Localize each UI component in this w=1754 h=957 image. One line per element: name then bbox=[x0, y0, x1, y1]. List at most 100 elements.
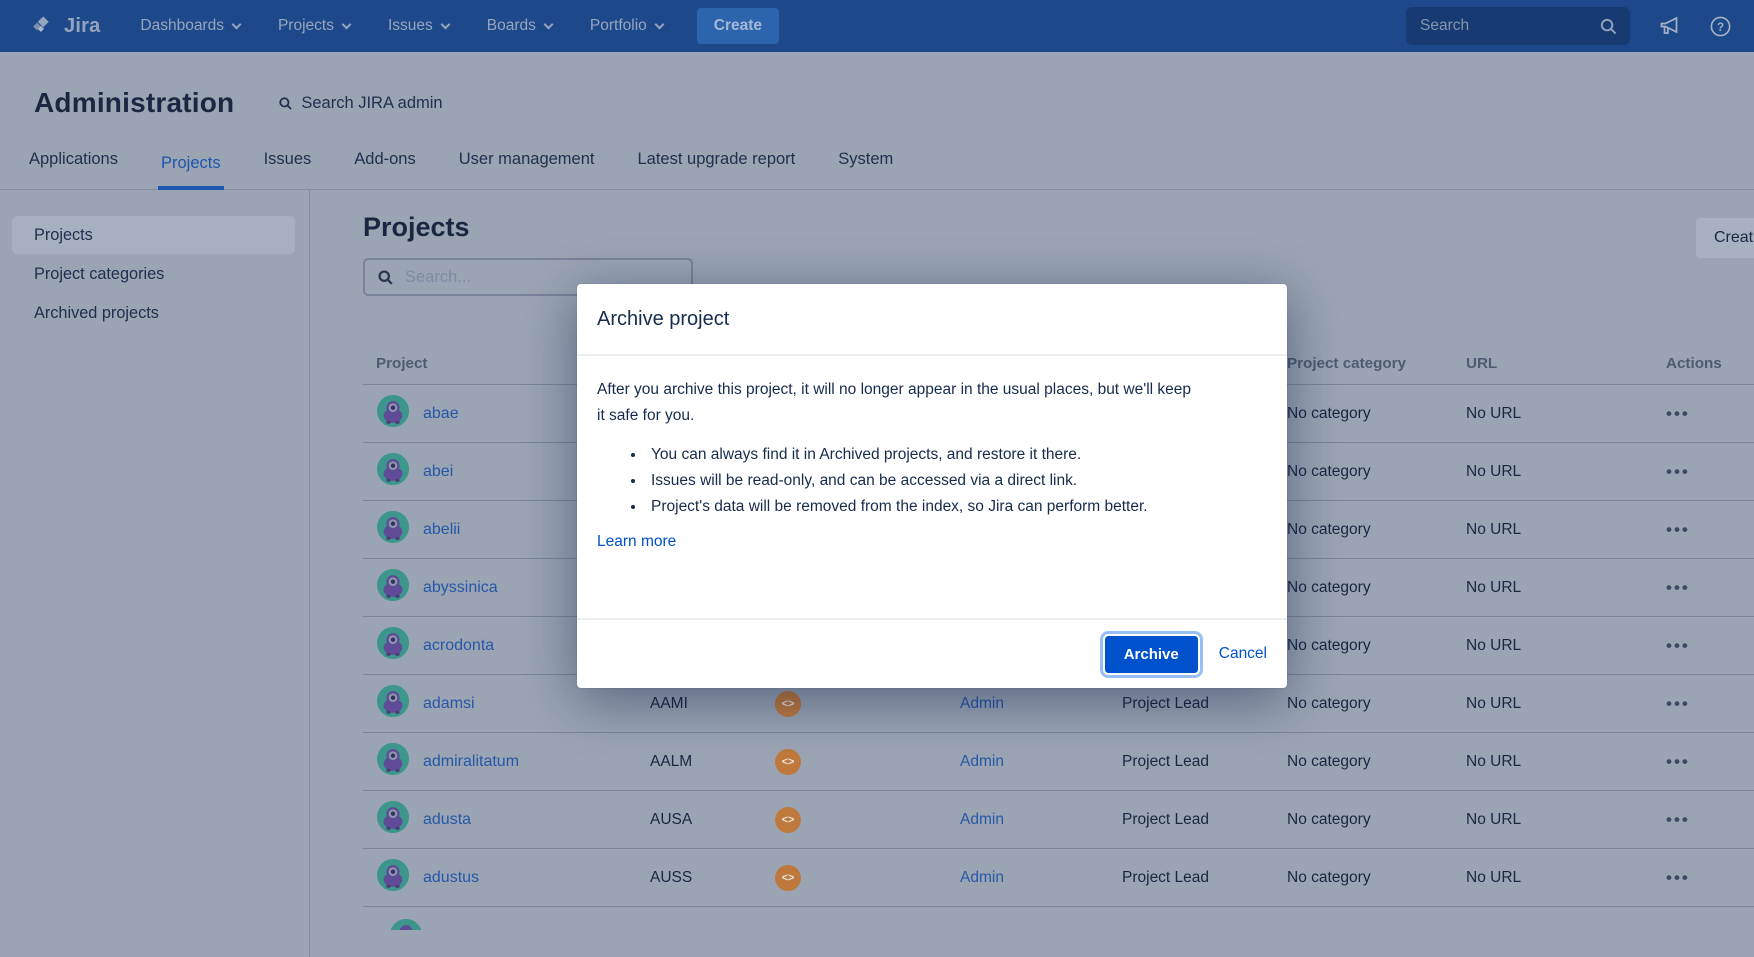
create-project-button[interactable]: Creat bbox=[1696, 218, 1754, 258]
archive-button[interactable]: Archive bbox=[1105, 636, 1198, 673]
project-avatar bbox=[376, 452, 410, 491]
project-key: AUSS bbox=[650, 869, 775, 887]
project-link[interactable]: abyssinica bbox=[423, 579, 498, 597]
project-link[interactable]: adusta bbox=[423, 811, 471, 829]
search-icon bbox=[278, 96, 293, 111]
table-row: adustus AUSS <> Admin Project Lead No ca… bbox=[363, 849, 1754, 907]
software-project-type-icon: <> bbox=[775, 807, 801, 833]
row-actions-button[interactable]: ••• bbox=[1650, 404, 1754, 424]
project-avatar bbox=[376, 510, 410, 549]
project-url: No URL bbox=[1466, 405, 1650, 423]
dialog-footer: Archive Cancel bbox=[577, 618, 1287, 688]
project-key: AAMI bbox=[650, 695, 775, 713]
search-icon bbox=[377, 269, 394, 286]
sidebar-item[interactable]: Project categories bbox=[12, 255, 295, 293]
project-link[interactable]: abei bbox=[423, 463, 453, 481]
row-actions-button[interactable]: ••• bbox=[1650, 636, 1754, 656]
row-actions-button[interactable]: ••• bbox=[1650, 462, 1754, 482]
row-actions-button[interactable]: ••• bbox=[1650, 694, 1754, 714]
nav-menu-item[interactable]: Dashboards bbox=[140, 17, 240, 35]
project-link[interactable]: abae bbox=[423, 405, 459, 423]
column-header-actions: Actions bbox=[1650, 355, 1754, 372]
projects-search-placeholder: Search... bbox=[405, 268, 471, 287]
admin-tab[interactable]: System bbox=[835, 150, 896, 190]
nav-create-button[interactable]: Create bbox=[697, 8, 779, 44]
project-link[interactable]: adamsi bbox=[423, 695, 475, 713]
row-actions-button[interactable]: ••• bbox=[1650, 810, 1754, 830]
software-project-type-icon: <> bbox=[775, 749, 801, 775]
project-lead-link[interactable]: Admin bbox=[960, 695, 1004, 712]
admin-tab[interactable]: Applications bbox=[26, 150, 121, 190]
project-url: No URL bbox=[1466, 753, 1650, 771]
admin-tab[interactable]: Latest upgrade report bbox=[634, 150, 798, 190]
jira-admin-page: Jira Dashboards Projects Issues Boards P… bbox=[0, 0, 1754, 957]
project-link[interactable]: acrodonta bbox=[423, 637, 494, 655]
project-avatar bbox=[376, 742, 410, 781]
nav-menu: Dashboards Projects Issues Boards Portfo… bbox=[140, 17, 662, 35]
project-link[interactable]: abelii bbox=[423, 521, 460, 539]
row-actions-button[interactable]: ••• bbox=[1650, 520, 1754, 540]
sidebar-item[interactable]: Archived projects bbox=[12, 294, 295, 332]
chevron-down-icon bbox=[543, 19, 553, 29]
jira-home-link[interactable]: Jira bbox=[30, 14, 100, 39]
projects-heading: Projects bbox=[363, 212, 1754, 243]
chevron-down-icon bbox=[440, 19, 450, 29]
default-assignee: Project Lead bbox=[1122, 869, 1287, 887]
learn-more-link[interactable]: Learn more bbox=[597, 533, 676, 551]
search-icon bbox=[1599, 17, 1618, 36]
table-row: admiralitatum AALM <> Admin Project Lead… bbox=[363, 733, 1754, 791]
project-url: No URL bbox=[1466, 811, 1650, 829]
dialog-bullet: Project's data will be removed from the … bbox=[646, 494, 1151, 520]
nav-menu-label: Issues bbox=[388, 17, 433, 35]
project-category: No category bbox=[1287, 405, 1466, 423]
project-avatar bbox=[376, 568, 410, 607]
help-icon[interactable]: ? bbox=[1709, 15, 1732, 38]
svg-text:?: ? bbox=[1717, 21, 1724, 33]
global-search-input[interactable]: Search bbox=[1406, 7, 1630, 45]
project-url: No URL bbox=[1466, 869, 1650, 887]
project-link[interactable]: adustus bbox=[423, 869, 479, 887]
admin-tab[interactable]: User management bbox=[456, 150, 598, 190]
announcements-icon[interactable] bbox=[1657, 15, 1682, 37]
row-actions-button[interactable]: ••• bbox=[1650, 578, 1754, 598]
project-link[interactable]: admiralitatum bbox=[423, 753, 519, 771]
project-url: No URL bbox=[1466, 579, 1650, 597]
sidebar-item[interactable]: Projects bbox=[12, 216, 295, 254]
nav-menu-item[interactable]: Portfolio bbox=[590, 17, 663, 35]
default-assignee: Project Lead bbox=[1122, 811, 1287, 829]
software-project-type-icon: <> bbox=[775, 691, 801, 717]
nav-menu-item[interactable]: Issues bbox=[388, 17, 449, 35]
project-lead-link[interactable]: Admin bbox=[960, 811, 1004, 828]
project-lead-link[interactable]: Admin bbox=[960, 869, 1004, 886]
column-header-url: URL bbox=[1466, 355, 1650, 372]
jira-logo-icon bbox=[30, 14, 55, 39]
project-avatar bbox=[376, 394, 410, 433]
admin-tabbar: Applications Projects Issues Add-ons Use… bbox=[0, 130, 1754, 190]
default-assignee: Project Lead bbox=[1122, 753, 1287, 771]
nav-menu-label: Projects bbox=[278, 17, 334, 35]
admin-search-link[interactable]: Search JIRA admin bbox=[278, 94, 442, 113]
nav-menu-label: Boards bbox=[487, 17, 536, 35]
cancel-button[interactable]: Cancel bbox=[1219, 645, 1267, 663]
dialog-bullet-list: You can always find it in Archived proje… bbox=[597, 442, 1153, 520]
row-actions-button[interactable]: ••• bbox=[1650, 752, 1754, 772]
table-row: adusta AUSA <> Admin Project Lead No cat… bbox=[363, 791, 1754, 849]
nav-menu-label: Portfolio bbox=[590, 17, 647, 35]
admin-tab[interactable]: Add-ons bbox=[351, 150, 418, 190]
nav-menu-item[interactable]: Projects bbox=[278, 17, 350, 35]
software-project-type-icon: <> bbox=[775, 865, 801, 891]
project-url: No URL bbox=[1466, 637, 1650, 655]
dialog-body: After you archive this project, it will … bbox=[577, 356, 1287, 551]
project-category: No category bbox=[1287, 463, 1466, 481]
jira-logo-text: Jira bbox=[64, 15, 100, 38]
project-avatar bbox=[376, 626, 410, 665]
chevron-down-icon bbox=[654, 19, 664, 29]
admin-tab[interactable]: Projects bbox=[158, 154, 224, 190]
project-url: No URL bbox=[1466, 463, 1650, 481]
project-lead-link[interactable]: Admin bbox=[960, 753, 1004, 770]
row-actions-button[interactable]: ••• bbox=[1650, 868, 1754, 888]
project-category: No category bbox=[1287, 869, 1466, 887]
admin-tab[interactable]: Issues bbox=[261, 150, 315, 190]
nav-menu-item[interactable]: Boards bbox=[487, 17, 552, 35]
chevron-down-icon bbox=[232, 19, 242, 29]
